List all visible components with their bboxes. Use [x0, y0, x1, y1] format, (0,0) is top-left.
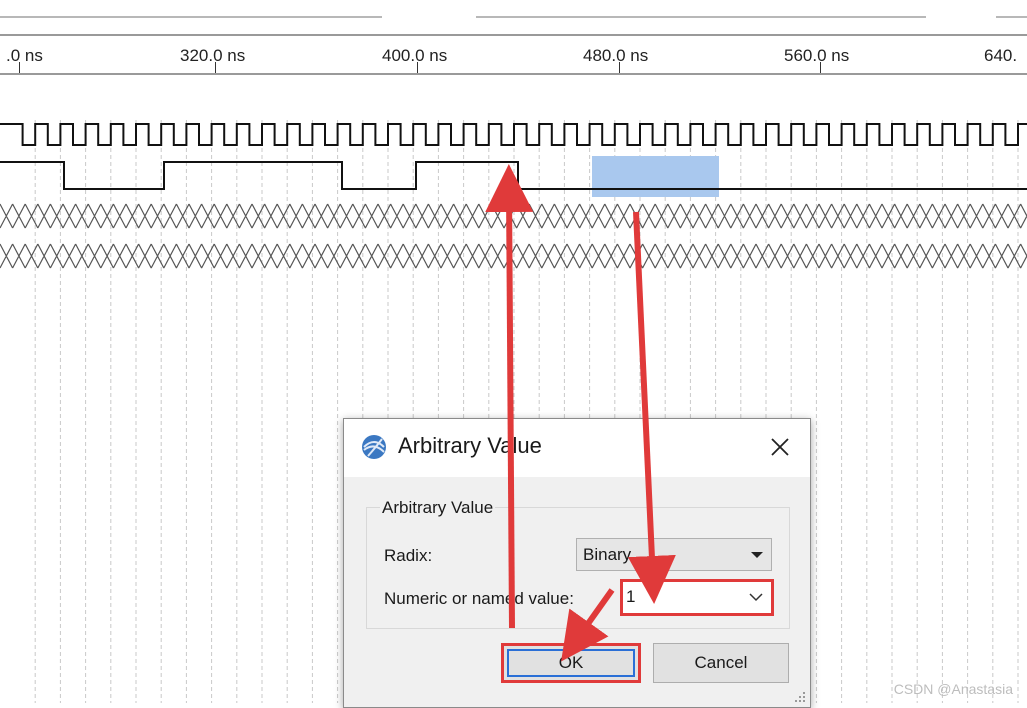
groupbox-title: Arbitrary Value	[380, 498, 496, 518]
close-icon	[771, 438, 789, 456]
dialog-title: Arbitrary Value	[398, 433, 542, 458]
selection-highlight[interactable]	[592, 156, 719, 197]
radix-label: Radix:	[384, 546, 433, 565]
arbitrary-value-dialog: Arbitrary Value Arbitrary Value Radix: B…	[343, 418, 811, 708]
clock-waveform[interactable]	[0, 123, 1027, 146]
close-button[interactable]	[760, 429, 800, 465]
intel-quartus-globe-icon	[362, 435, 386, 459]
cancel-button-label: Cancel	[694, 653, 748, 672]
ok-button-label: OK	[558, 653, 584, 672]
numeric-value-label: Numeric or named value:	[384, 589, 574, 608]
watermark: CSDN @Anastasia	[893, 681, 1013, 697]
resize-grip-icon[interactable]	[793, 690, 807, 704]
ok-button[interactable]: OK	[501, 643, 641, 683]
dialog-titlebar[interactable]: Arbitrary Value	[344, 419, 810, 477]
numeric-value-input[interactable]	[626, 585, 738, 609]
dropdown-arrow-icon	[751, 552, 763, 558]
radix-selected-value: Binary	[583, 545, 632, 564]
radix-select[interactable]: Binary	[576, 538, 772, 571]
numeric-value-combobox[interactable]	[620, 579, 774, 616]
cancel-button[interactable]: Cancel	[653, 643, 789, 683]
ok-button-focus-ring: OK	[507, 649, 635, 677]
chevron-down-icon[interactable]	[747, 588, 765, 606]
